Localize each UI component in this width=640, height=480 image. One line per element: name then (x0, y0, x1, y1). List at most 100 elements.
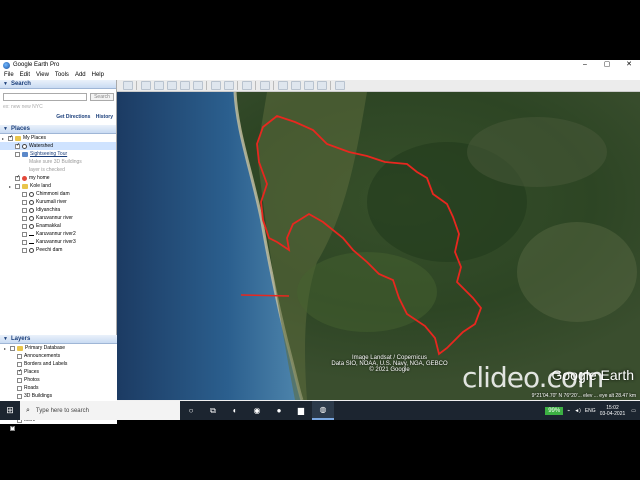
tree-item[interactable]: Chimmoni dam (0, 190, 116, 198)
add-path-button[interactable] (167, 81, 177, 90)
tree-item-label: Photos (24, 377, 40, 383)
tree-item[interactable]: 3D Buildings (2, 392, 117, 400)
visibility-checkbox[interactable] (15, 174, 20, 181)
google-earth-taskbar-icon[interactable]: ◉ (246, 401, 268, 420)
tree-item[interactable]: terrain (2, 424, 117, 432)
visibility-checkbox[interactable] (22, 223, 27, 229)
menu-view[interactable]: View (36, 72, 49, 78)
clock-date: 03-04-2021 (599, 410, 626, 417)
layers-panel-header[interactable]: ▼ Layers (0, 335, 117, 344)
visibility-checkbox[interactable] (10, 424, 15, 431)
visibility-checkbox[interactable] (22, 231, 27, 237)
tree-item[interactable]: Photos (2, 376, 117, 384)
record-tour-button[interactable] (193, 81, 203, 90)
tree-item[interactable]: ▸ Kole land (0, 182, 116, 190)
taskbar-search-box[interactable]: ⌕ Type here to search (20, 401, 180, 420)
visibility-checkbox[interactable] (22, 247, 27, 253)
volume-icon[interactable]: ◄) (574, 408, 581, 414)
tree-item[interactable]: ▸ Primary Database (2, 344, 117, 352)
battery-indicator[interactable]: 99% (545, 406, 564, 415)
tree-item[interactable]: Karuvannur river3 (0, 238, 116, 246)
get-directions-link[interactable]: Get Directions (56, 114, 90, 120)
search-input[interactable] (3, 93, 87, 101)
network-icon[interactable]: ⌁ (567, 408, 570, 414)
cortana-icon[interactable]: ○ (180, 401, 202, 420)
toolbar-divider (136, 81, 137, 90)
menu-edit[interactable]: Edit (20, 72, 30, 78)
visibility-checkbox[interactable] (22, 215, 27, 221)
minimize-button[interactable]: – (574, 60, 596, 70)
ruler-button[interactable] (260, 81, 270, 90)
visibility-checkbox[interactable] (15, 183, 20, 189)
tree-item[interactable]: Sightseeing Tour (0, 150, 116, 158)
visibility-checkbox[interactable] (17, 353, 22, 359)
visibility-checkbox[interactable] (17, 368, 22, 375)
visibility-checkbox[interactable] (17, 377, 22, 383)
view-in-maps-button[interactable] (317, 81, 327, 90)
chrome-icon[interactable]: ● (268, 401, 290, 420)
tree-item[interactable]: Announcements (2, 352, 117, 360)
notifications-icon[interactable]: ▭ (631, 408, 636, 414)
toolbar-divider (237, 81, 238, 90)
historical-imagery-button[interactable] (211, 81, 221, 90)
tree-item[interactable]: Roads (2, 384, 117, 392)
visibility-checkbox[interactable] (15, 142, 20, 149)
save-image-button[interactable] (304, 81, 314, 90)
taskbar-clock[interactable]: 15:02 03-04-2021 (600, 405, 626, 417)
tree-item[interactable]: Peechi dam (0, 246, 116, 254)
language-indicator[interactable]: ENG (585, 408, 596, 414)
file-explorer-icon[interactable]: ▆ (290, 401, 312, 420)
tree-item[interactable]: Kurumali river (0, 198, 116, 206)
expand-arrow-icon[interactable]: ▸ (9, 184, 14, 189)
search-panel-header[interactable]: ▼ Search (0, 80, 116, 89)
windows-start-button[interactable]: ⊞ (0, 401, 20, 420)
tree-item[interactable]: Make sure 3D Buildings (0, 158, 116, 166)
visibility-checkbox[interactable] (22, 207, 27, 213)
sunlight-button[interactable] (224, 81, 234, 90)
visibility-checkbox[interactable] (22, 191, 27, 197)
tree-item[interactable]: Watershed (0, 142, 116, 150)
visibility-checkbox[interactable] (10, 345, 15, 351)
poly-icon (29, 223, 34, 229)
close-button[interactable]: ✕ (618, 60, 640, 70)
toolbar-divider (273, 81, 274, 90)
visibility-checkbox[interactable] (17, 393, 22, 399)
window-title: Google Earth Pro (13, 62, 60, 68)
visibility-checkbox[interactable] (8, 134, 13, 141)
earth-view-button[interactable] (335, 81, 345, 90)
search-button[interactable]: Search (90, 93, 114, 101)
visibility-checkbox[interactable] (17, 385, 22, 391)
visibility-checkbox[interactable] (22, 199, 27, 205)
menu-add[interactable]: Add (75, 72, 86, 78)
tree-item[interactable]: Places (2, 368, 117, 376)
system-tray: 99% ⌁ ◄) ENG 15:02 03-04-2021 ▭ (545, 401, 640, 420)
task-view-icon[interactable]: ⧉ (202, 401, 224, 420)
places-panel-header[interactable]: ▼ Places (0, 125, 116, 134)
tree-item[interactable]: Karuvannur river (0, 214, 116, 222)
tree-item[interactable]: Enamakkal (0, 222, 116, 230)
visibility-checkbox[interactable] (15, 151, 20, 157)
expand-arrow-icon[interactable]: ▸ (4, 346, 9, 351)
map-view[interactable]: Image Landsat / Copernicus Data SIO, NOA… (117, 92, 640, 400)
add-overlay-button[interactable] (180, 81, 190, 90)
menu-tools[interactable]: Tools (55, 72, 69, 78)
app-icon[interactable]: ◐ (224, 401, 246, 420)
tree-item[interactable]: Karuvannur river2 (0, 230, 116, 238)
tree-item-label: terrain (17, 425, 32, 431)
print-button[interactable] (291, 81, 301, 90)
planets-button[interactable] (242, 81, 252, 90)
sidebar-toggle-button[interactable] (123, 81, 133, 90)
google-earth-pro-taskbar-icon[interactable]: ◍ (312, 401, 334, 420)
menu-help[interactable]: Help (92, 72, 104, 78)
tree-item[interactable]: my home (0, 174, 116, 182)
history-link[interactable]: History (96, 114, 113, 120)
email-button[interactable] (278, 81, 288, 90)
visibility-checkbox[interactable] (17, 361, 22, 367)
tree-item[interactable]: Idiyanchira (0, 206, 116, 214)
expand-arrow-icon[interactable]: ▸ (2, 136, 7, 141)
visibility-checkbox[interactable] (22, 239, 27, 245)
maximize-button[interactable]: ▢ (596, 60, 618, 70)
menu-file[interactable]: File (4, 72, 14, 78)
add-placemark-button[interactable] (141, 81, 151, 90)
add-polygon-button[interactable] (154, 81, 164, 90)
